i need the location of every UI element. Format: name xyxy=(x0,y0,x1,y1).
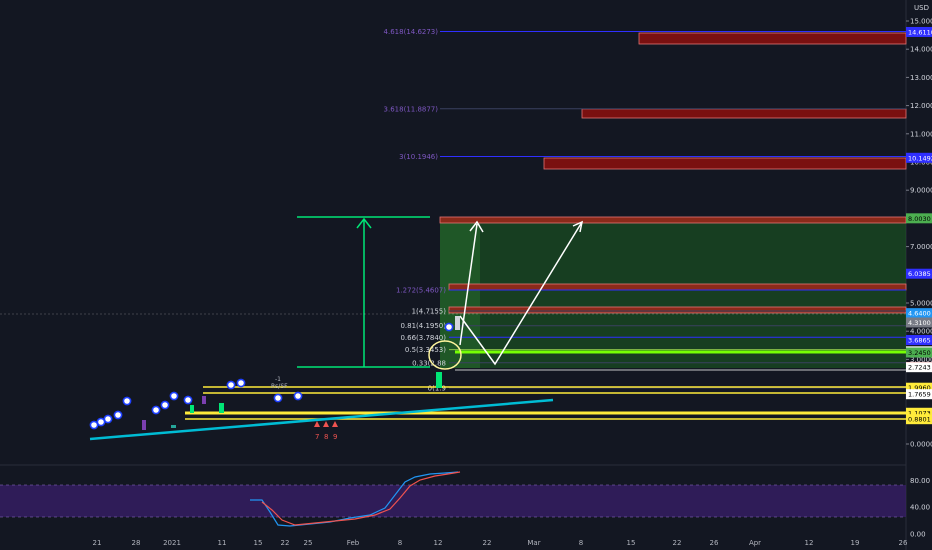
price-tick-label: 4.0000 xyxy=(910,328,932,336)
time-tick-label: 15 xyxy=(254,539,263,547)
signal-marker xyxy=(293,391,303,401)
time-tick-label: 26 xyxy=(899,539,908,547)
price-badge-label: 3.6865 xyxy=(908,337,931,345)
time-tick-label: 21 xyxy=(93,539,102,547)
time-tick-label: 15 xyxy=(627,539,636,547)
indicator-tick-label: 40.00 xyxy=(910,504,930,512)
annotation-label: -1 xyxy=(275,376,281,383)
resistance-box-2 xyxy=(581,108,907,119)
price-badge-label: 2.7243 xyxy=(908,364,931,372)
time-tick-label: 8 xyxy=(398,539,402,547)
price-tick-label: 9.0000 xyxy=(910,187,932,195)
target-zone xyxy=(440,220,906,368)
time-tick-label: Feb xyxy=(347,539,360,547)
price-tick-label: 7.0000 xyxy=(910,243,932,251)
price-tick-label: 15.0000 xyxy=(910,18,932,26)
signal-marker xyxy=(273,393,283,403)
price-tick-label: 0.0000 xyxy=(910,441,932,449)
time-tick-label: 28 xyxy=(132,539,141,547)
price-badge-label: 1.7659 xyxy=(908,391,931,399)
signal-marker xyxy=(89,420,99,430)
candle xyxy=(455,316,460,330)
currency-label: USD xyxy=(914,4,929,12)
signal-marker xyxy=(444,322,454,332)
time-tick-label: 2021 xyxy=(163,539,181,547)
price-badge-label: 10.1492 xyxy=(908,154,932,162)
price-badge-label: 4.3100 xyxy=(908,319,931,327)
price-tick-label: 13.0000 xyxy=(910,74,932,82)
fib-label: 0.33(2.88 xyxy=(412,359,446,367)
fib-label: 0.81(4.1950) xyxy=(400,322,446,330)
resistance-box-1 xyxy=(638,32,907,45)
time-tick-label: 22 xyxy=(673,539,682,547)
candle xyxy=(142,420,146,430)
count-label: 7 xyxy=(315,433,319,441)
signal-marker xyxy=(169,391,179,401)
fib-label: 3(10.1946) xyxy=(399,153,438,161)
time-tick-label: Mar xyxy=(527,539,540,547)
annotation-label: Rs/SF xyxy=(271,383,288,390)
signal-marker xyxy=(160,400,170,410)
signal-marker xyxy=(103,414,113,424)
price-badge-label: 8.0030 xyxy=(908,215,931,223)
price-tick-label: 12.0000 xyxy=(910,102,932,110)
time-tick-label: 26 xyxy=(710,539,719,547)
signal-marker xyxy=(113,410,123,420)
signal-marker xyxy=(151,405,161,415)
signal-marker xyxy=(96,417,106,427)
price-badge-label: 0.8801 xyxy=(908,416,931,424)
candle xyxy=(436,372,442,388)
time-tick-label: 12 xyxy=(434,539,443,547)
fib-label: 3.618(11.8877) xyxy=(384,105,439,113)
indicator-tick-label: 80.00 xyxy=(910,477,930,485)
signal-marker xyxy=(226,380,236,390)
candle xyxy=(202,396,206,404)
price-tick-label: 5.0000 xyxy=(910,300,932,308)
count-label: 8 xyxy=(324,433,328,441)
resistance-box-5 xyxy=(448,283,907,291)
price-badge-label: 3.2450 xyxy=(908,349,931,357)
signal-marker xyxy=(236,378,246,388)
price-tick-label: 14.0000 xyxy=(910,46,932,54)
chart-canvas[interactable]: USD 4.618(14.6273) 3.618(11.8877) 3(10.194… xyxy=(0,0,932,550)
time-tick-label: 25 xyxy=(304,539,313,547)
fib-label: 0.5(3.3453) xyxy=(405,346,446,354)
resistance-box-4 xyxy=(439,216,907,224)
time-tick-label: Apr xyxy=(749,539,761,547)
indicator-band xyxy=(0,485,906,517)
candle xyxy=(190,405,194,413)
count-label: 9 xyxy=(333,433,337,441)
candle xyxy=(219,403,224,413)
candle xyxy=(171,425,176,428)
time-tick-label: 19 xyxy=(851,539,860,547)
time-tick-label: 11 xyxy=(218,539,227,547)
time-tick-label: 8 xyxy=(579,539,583,547)
signal-marker xyxy=(183,395,193,405)
resistance-box-6 xyxy=(448,306,907,314)
time-tick-label: 22 xyxy=(281,539,290,547)
time-tick-label: 22 xyxy=(483,539,492,547)
fib-label: 1.272(5.4607) xyxy=(396,287,446,295)
resistance-box-3 xyxy=(543,157,907,170)
price-tick-label: 11.0000 xyxy=(910,130,932,138)
price-badge-label: 4.6400 xyxy=(908,310,931,318)
fib-label: 0.66(3.7840) xyxy=(400,334,446,342)
price-badge-label: 14.6110 xyxy=(908,28,932,36)
indicator-tick-label: 0.00 xyxy=(910,531,926,539)
signal-marker xyxy=(122,396,132,406)
time-tick-label: 12 xyxy=(805,539,814,547)
fib-label: 4.618(14.6273) xyxy=(384,28,439,36)
price-badge-label: 6.0385 xyxy=(908,270,931,278)
